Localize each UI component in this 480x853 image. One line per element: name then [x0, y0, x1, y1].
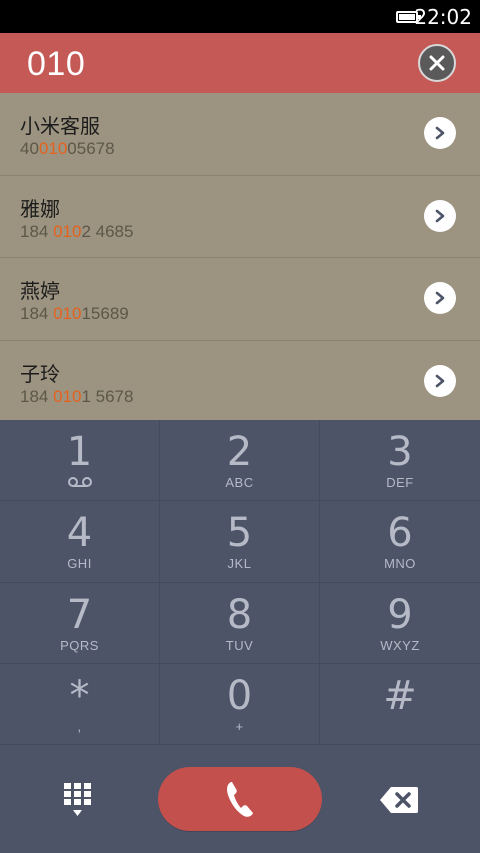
- key-digit: 6: [387, 510, 413, 557]
- key-letters: GHI: [67, 556, 92, 572]
- contact-row[interactable]: 燕婷 184 01015689: [0, 258, 480, 341]
- contact-row[interactable]: 雅娜 184 0102 4685: [0, 176, 480, 258]
- contact-detail-button[interactable]: [424, 282, 456, 314]
- contact-number: 184 0102 4685: [20, 221, 134, 241]
- contact-detail-button[interactable]: [424, 364, 456, 397]
- contact-number: 4001005678: [20, 139, 115, 158]
- key-letters: ABC: [225, 475, 254, 490]
- number-match: 010: [53, 386, 82, 406]
- dial-header: 010: [0, 33, 480, 93]
- contact-name: 雅娜: [20, 196, 60, 221]
- contact-row[interactable]: 子玲 184 0101 5678: [0, 341, 480, 424]
- contact-detail-button[interactable]: [424, 199, 456, 232]
- key-digit: *: [69, 672, 90, 719]
- key-9[interactable]: 9 WXYZ: [320, 583, 480, 664]
- contact-number: 184 01015689: [20, 304, 129, 323]
- status-time: 22:02: [414, 5, 472, 29]
- key-letters: +: [235, 718, 244, 734]
- close-icon: [429, 55, 445, 71]
- backspace-icon: [380, 787, 418, 813]
- phone-icon: [227, 782, 253, 817]
- contact-number: 184 0101 5678: [20, 386, 134, 406]
- key-digit: 5: [226, 510, 253, 557]
- keypad: 1 2 ABC 3 DEF 4 GHI 5 JKL 6 MNO 7 PQRS 8…: [0, 420, 480, 853]
- number-match: 010: [53, 221, 82, 241]
- contact-name: 小米客服: [20, 114, 100, 138]
- contact-name: 燕婷: [20, 279, 60, 303]
- key-hash[interactable]: #: [320, 664, 480, 745]
- chevron-right-icon: [435, 374, 445, 387]
- key-3[interactable]: 3 DEF: [320, 420, 480, 502]
- key-digit: 1: [66, 429, 93, 475]
- contact-name: 子玲: [20, 361, 60, 386]
- clear-button[interactable]: [418, 44, 456, 82]
- key-6[interactable]: 6 MNO: [320, 501, 480, 583]
- contact-row[interactable]: 小米客服 4001005678: [0, 93, 480, 176]
- key-letters: ,: [77, 718, 82, 734]
- number-match: 010: [53, 304, 82, 323]
- key-grid: 1 2 ABC 3 DEF 4 GHI 5 JKL 6 MNO 7 PQRS 8…: [0, 420, 480, 745]
- bottom-bar: [0, 745, 480, 853]
- voicemail-icon: [67, 477, 92, 487]
- key-digit: #: [383, 672, 417, 719]
- number-match: 010: [38, 139, 68, 158]
- key-letters: WXYZ: [380, 637, 420, 653]
- key-digit: 0: [226, 672, 253, 719]
- chevron-right-icon: [435, 291, 445, 305]
- key-4[interactable]: 4 GHI: [0, 501, 160, 583]
- key-digit: 4: [66, 510, 93, 557]
- key-digit: 8: [226, 591, 253, 638]
- contact-detail-button[interactable]: [424, 117, 456, 149]
- call-button[interactable]: [158, 767, 322, 831]
- status-bar: 22:02: [0, 0, 480, 33]
- backspace-button[interactable]: [379, 786, 419, 814]
- dialpad-icon: [64, 783, 91, 816]
- key-letters: DEF: [386, 475, 414, 490]
- key-5[interactable]: 5 JKL: [160, 501, 320, 583]
- dialpad-toggle-button[interactable]: [62, 783, 94, 819]
- key-letters: TUV: [225, 637, 254, 653]
- key-1[interactable]: 1: [0, 420, 160, 502]
- key-2[interactable]: 2 ABC: [160, 420, 320, 502]
- key-letters: PQRS: [60, 637, 99, 653]
- key-star[interactable]: * ,: [0, 663, 160, 745]
- chevron-right-icon: [435, 126, 445, 140]
- key-8[interactable]: 8 TUV: [160, 582, 320, 664]
- chevron-right-icon: [435, 209, 445, 222]
- key-digit: 7: [66, 591, 93, 638]
- key-digit: 3: [387, 429, 413, 475]
- key-7[interactable]: 7 PQRS: [0, 582, 160, 664]
- search-results: 小米客服 4001005678 雅娜 184 0102 4685 燕婷 184 …: [0, 93, 480, 420]
- key-digit: 2: [226, 429, 253, 475]
- key-digit: 9: [387, 591, 413, 638]
- key-letters: JKL: [227, 556, 252, 572]
- key-0[interactable]: 0 +: [160, 663, 320, 745]
- dialed-number: 010: [27, 45, 86, 83]
- key-letters: MNO: [384, 556, 416, 572]
